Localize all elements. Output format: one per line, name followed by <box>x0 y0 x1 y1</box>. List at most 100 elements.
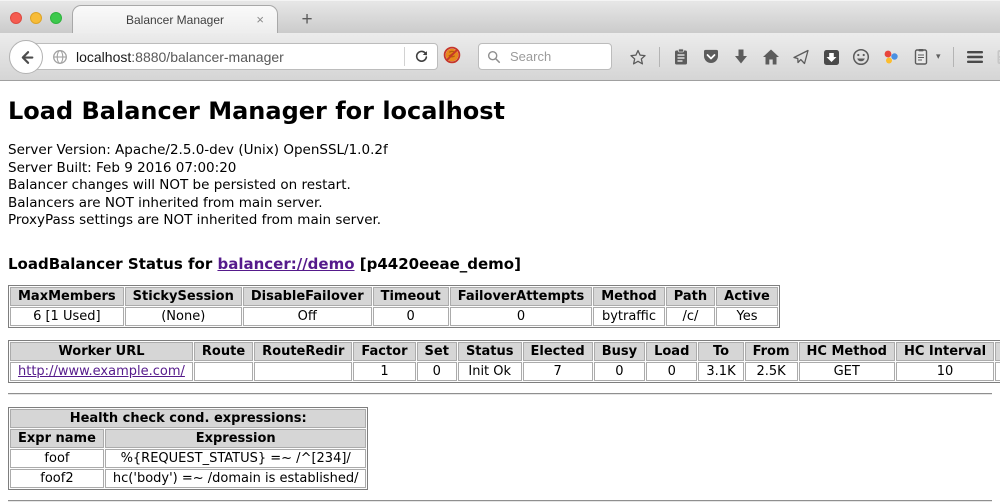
cell-timeout: 0 <box>373 307 449 326</box>
inherit-notice-line: Balancers are NOT inherited from main se… <box>8 195 992 213</box>
status-suffix: [p4420eeae_demo] <box>355 255 521 273</box>
cell-worker-url: http://www.example.com/ <box>10 362 193 381</box>
col-path: Path <box>666 287 715 306</box>
worker-table: Worker URL Route RouteRedir Factor Set S… <box>8 340 1000 383</box>
video-download-helper-icon[interactable] <box>822 48 840 66</box>
tab-strip: Balancer Manager × + <box>0 0 1000 33</box>
minimize-window-button[interactable] <box>30 12 42 24</box>
col-maxmembers: MaxMembers <box>10 287 124 306</box>
search-icon <box>487 50 501 64</box>
back-button[interactable] <box>9 40 43 74</box>
col-factor: Factor <box>353 342 415 361</box>
server-built-line: Server Built: Feb 9 2016 07:00:20 <box>8 160 992 178</box>
server-info: Server Version: Apache/2.5.0-dev (Unix) … <box>8 142 992 230</box>
emoji-smiley-icon[interactable] <box>852 48 870 66</box>
col-disablefailover: DisableFailover <box>243 287 372 306</box>
table-header-row: Worker URL Route RouteRedir Factor Set S… <box>10 342 1000 361</box>
health-check-table: Health check cond. expressions: Expr nam… <box>8 407 368 490</box>
server-version-line: Server Version: Apache/2.5.0-dev (Unix) … <box>8 142 992 160</box>
menu-hamburger-icon[interactable] <box>966 48 984 66</box>
url-host: localhost <box>76 49 131 65</box>
col-route: Route <box>194 342 253 361</box>
cell-stickysession: (None) <box>125 307 242 326</box>
downloads-icon[interactable] <box>732 48 750 66</box>
tab-close-icon[interactable]: × <box>256 13 264 26</box>
col-from: From <box>745 342 798 361</box>
col-status: Status <box>458 342 522 361</box>
cell-hc-interval: 10 <box>896 362 994 381</box>
cell-expr-name: foof2 <box>10 469 104 488</box>
persist-notice-line: Balancer changes will NOT be persisted o… <box>8 177 992 195</box>
cell-route <box>194 362 253 381</box>
balancer-summary-table: MaxMembers StickySession DisableFailover… <box>8 285 780 328</box>
col-busy: Busy <box>594 342 645 361</box>
url-bar[interactable]: localhost:8880/balancer-manager <box>27 43 438 70</box>
col-routeredir: RouteRedir <box>254 342 352 361</box>
table-row: foof %{REQUEST_STATUS} =~ /^[234]/ <box>10 449 366 468</box>
col-expr-name: Expr name <box>10 429 104 448</box>
reader-mode-icon[interactable] <box>996 48 1000 66</box>
col-timeout: Timeout <box>373 287 449 306</box>
cell-maxmembers: 6 [1 Used] <box>10 307 124 326</box>
navigation-toolbar: localhost:8880/balancer-manager <box>0 33 1000 81</box>
col-stickysession: StickySession <box>125 287 242 306</box>
table-header-row: Expr name Expression <box>10 429 366 448</box>
cell-load: 0 <box>646 362 697 381</box>
home-icon[interactable] <box>762 48 780 66</box>
send-page-icon[interactable] <box>792 48 810 66</box>
cell-busy: 0 <box>594 362 645 381</box>
col-hc-interval: HC Interval <box>896 342 994 361</box>
col-set: Set <box>417 342 457 361</box>
reload-icon <box>414 49 429 64</box>
notes-extension-icon[interactable] <box>912 48 930 66</box>
back-arrow-icon <box>17 48 35 66</box>
status-prefix: LoadBalancer Status for <box>8 255 217 273</box>
toolbar-divider <box>659 47 660 67</box>
browser-window: Balancer Manager × + localhost:8880/bala… <box>0 0 1000 491</box>
cell-expr-name: foof <box>10 449 104 468</box>
col-to: To <box>698 342 743 361</box>
cell-method: bytraffic <box>593 307 664 326</box>
url-text: localhost:8880/balancer-manager <box>76 49 404 65</box>
color-dots-extension-icon[interactable] <box>882 48 900 66</box>
search-input[interactable] <box>508 48 603 65</box>
new-tab-button[interactable]: + <box>290 5 324 34</box>
col-method: Method <box>593 287 664 306</box>
window-controls <box>10 12 62 24</box>
proxypass-notice-line: ProxyPass settings are NOT inherited fro… <box>8 212 992 230</box>
cell-to: 3.1K <box>698 362 743 381</box>
col-load: Load <box>646 342 697 361</box>
toolbar-icons: ▾ <box>629 47 1000 67</box>
cell-expression: %{REQUEST_STATUS} =~ /^[234]/ <box>105 449 367 468</box>
close-window-button[interactable] <box>10 12 22 24</box>
url-path: :8880/balancer-manager <box>131 49 284 65</box>
zoom-window-button[interactable] <box>50 12 62 24</box>
balancer-demo-link[interactable]: balancer://demo <box>217 255 354 273</box>
noscript-blocked-icon[interactable] <box>443 46 461 64</box>
cell-hc-method: GET <box>799 362 895 381</box>
page-title: Load Balancer Manager for localhost <box>8 97 992 125</box>
tab-balancer-manager[interactable]: Balancer Manager × <box>72 5 278 34</box>
cell-status: Init Ok <box>458 362 522 381</box>
chevron-down-icon[interactable]: ▾ <box>936 52 941 62</box>
clipboard-icon[interactable] <box>672 48 690 66</box>
col-elected: Elected <box>523 342 593 361</box>
col-hc-method: HC Method <box>799 342 895 361</box>
health-table-title: Health check cond. expressions: <box>10 409 366 428</box>
worker-url-link[interactable]: http://www.example.com/ <box>18 364 185 379</box>
tab-title: Balancer Manager <box>126 13 224 27</box>
col-active: Active <box>716 287 778 306</box>
toolbar-divider <box>953 47 954 67</box>
cell-expression: hc('body') =~ /domain is established/ <box>105 469 367 488</box>
table-header-row: MaxMembers StickySession DisableFailover… <box>10 287 778 306</box>
bookmark-star-icon[interactable] <box>629 48 647 66</box>
pocket-icon[interactable] <box>702 48 720 66</box>
col-expression: Expression <box>105 429 367 448</box>
divider <box>8 500 992 502</box>
table-title-row: Health check cond. expressions: <box>10 409 366 428</box>
cell-set: 0 <box>417 362 457 381</box>
reload-button[interactable] <box>405 44 437 69</box>
search-bar[interactable] <box>478 43 612 70</box>
page-content: Load Balancer Manager for localhost Serv… <box>0 97 1000 502</box>
cell-from: 2.5K <box>745 362 798 381</box>
